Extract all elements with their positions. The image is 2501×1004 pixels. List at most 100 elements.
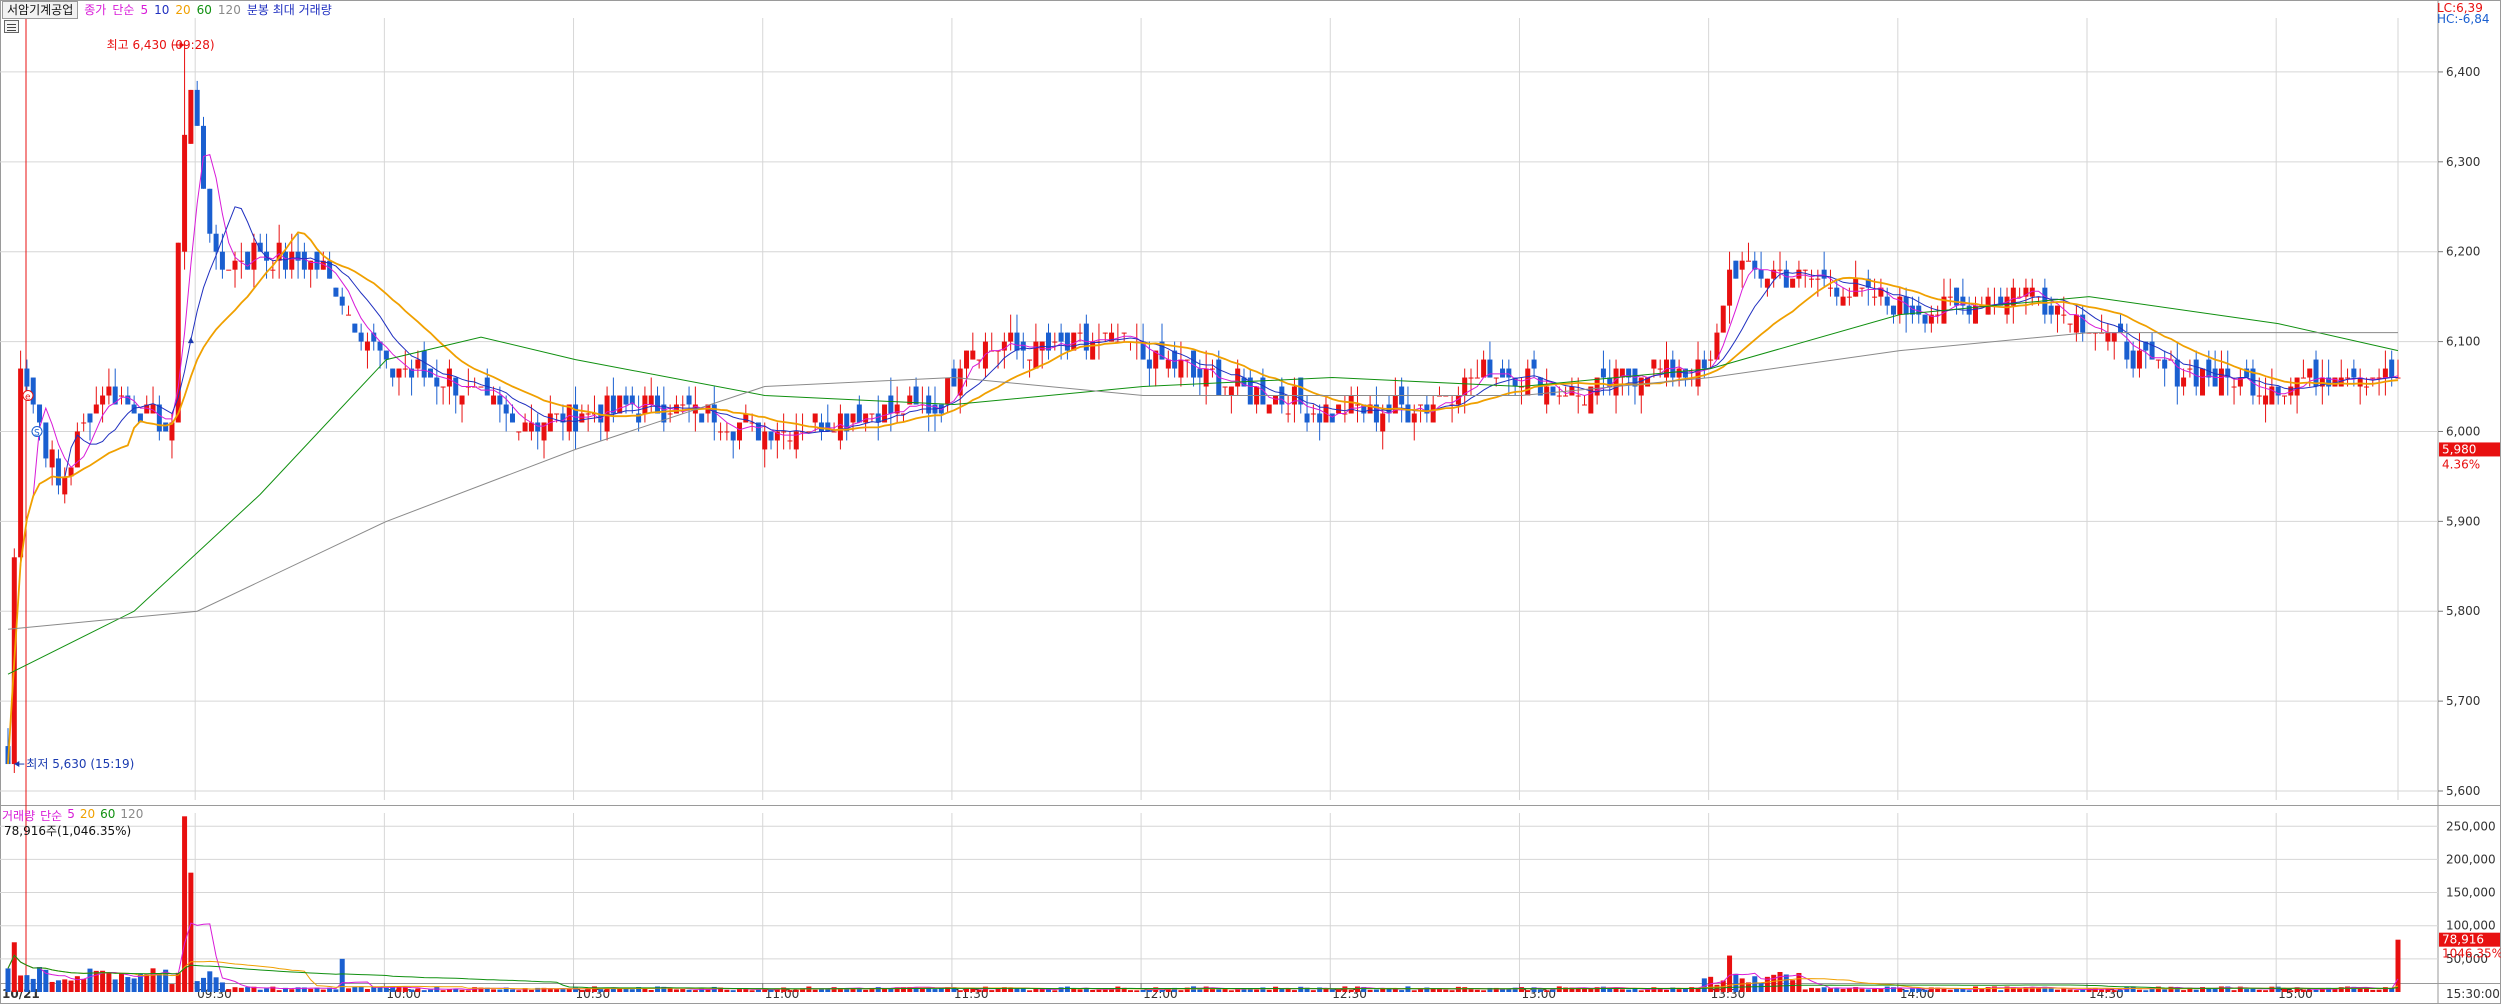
candle-body — [2111, 332, 2117, 342]
candle-body — [856, 404, 862, 423]
candle-body — [81, 422, 87, 424]
volume-bar — [1790, 980, 1796, 992]
volume-bar — [1802, 989, 1808, 992]
candle-body — [2231, 386, 2237, 388]
volume-bar — [1209, 989, 1215, 992]
candle-body — [301, 251, 307, 270]
candle-body — [282, 251, 288, 270]
candle-body — [762, 431, 768, 450]
volume-bar — [1525, 990, 1531, 992]
volume-bar — [1367, 989, 1373, 992]
volume-bar — [1228, 990, 1234, 992]
candle-body — [1178, 359, 1184, 378]
ma-20-label: 20 — [175, 3, 191, 17]
candle-body — [459, 395, 465, 405]
volume-bar — [1348, 989, 1354, 992]
volume-bar — [1411, 990, 1417, 992]
candle-body — [1802, 269, 1808, 271]
candle-body — [434, 377, 440, 387]
volume-bar — [825, 989, 831, 992]
volume-bar — [11, 942, 17, 992]
candle-body — [2389, 359, 2395, 378]
candle-body — [1872, 296, 1878, 298]
candle-body — [1827, 287, 1833, 289]
candle-body — [2307, 368, 2313, 378]
price-tick-label: 5,800 — [2446, 604, 2480, 618]
candle-body — [1405, 404, 1411, 423]
candle-body — [1884, 296, 1890, 306]
candle-body — [1651, 359, 1657, 369]
candle-body — [1052, 341, 1058, 343]
ma-120-label: 120 — [217, 3, 241, 17]
volume-bar — [68, 980, 74, 992]
candle-body — [390, 368, 396, 378]
volume-bar — [1474, 989, 1480, 992]
volume-bar — [74, 976, 80, 992]
candle-body — [421, 350, 427, 378]
candle-body — [93, 404, 99, 414]
volume-bar — [2080, 989, 2086, 992]
candle-body — [2155, 359, 2161, 361]
volume-bar — [680, 989, 686, 992]
volume-bar — [491, 989, 497, 992]
candle-body — [617, 395, 623, 414]
stock-name-tab[interactable]: 서암기계공업 — [2, 1, 79, 19]
candle-body — [207, 188, 213, 234]
candle-body — [1556, 395, 1562, 397]
candle-body — [2281, 395, 2287, 397]
candle-body — [1474, 377, 1480, 379]
volume-bar — [2212, 988, 2218, 992]
candle-body — [1708, 359, 1714, 361]
volume-bar — [1399, 990, 1405, 992]
volume-bar — [2218, 986, 2224, 992]
volume-bar — [1027, 990, 1033, 992]
candle-body — [1027, 359, 1033, 361]
signal-star-icon — [187, 337, 194, 344]
volume-bar — [1178, 990, 1184, 992]
volume-bar — [1159, 989, 1165, 992]
volume-bar — [24, 975, 30, 992]
menu-icon[interactable] — [4, 20, 19, 33]
volume-bar — [982, 986, 988, 992]
volume-bar — [37, 966, 43, 992]
volume-bar — [352, 986, 358, 992]
ma20-line — [7, 231, 2399, 765]
candle-body — [2054, 305, 2060, 315]
candle-body — [1348, 395, 1354, 414]
volume-bar — [428, 989, 434, 992]
price-tick-label: 6,400 — [2446, 65, 2480, 79]
volume-bar — [440, 990, 446, 992]
candle-body — [2193, 359, 2199, 387]
volume-bar — [1449, 990, 1455, 992]
volume-bar — [673, 989, 679, 992]
candle-body — [1197, 368, 1203, 378]
candle-body — [1701, 359, 1707, 369]
ma-kind-label: 단순 — [112, 3, 135, 17]
candle-body — [2300, 377, 2306, 379]
price-tick-label: 5,900 — [2446, 514, 2480, 528]
candle-body — [1525, 368, 1531, 396]
volume-bar — [81, 979, 87, 992]
volume-bar — [2370, 989, 2376, 992]
volume-bar — [705, 989, 711, 992]
volume-bar — [863, 989, 869, 992]
volume-bar — [882, 988, 888, 992]
candle-body — [1575, 395, 1581, 397]
volume-bar — [1827, 988, 1833, 992]
candle-body — [1727, 269, 1733, 306]
candle-body — [1582, 404, 1588, 406]
volume-bar — [1254, 989, 1260, 992]
ma-5-label: 5 — [140, 3, 149, 17]
candle-body — [226, 269, 232, 271]
candle-body — [699, 413, 705, 423]
volume-bar — [1941, 988, 1947, 992]
candle-body — [2187, 368, 2193, 370]
candle-body — [402, 368, 408, 370]
volume-bar — [579, 990, 585, 992]
candle-body — [1739, 260, 1745, 270]
volume-bar — [1947, 989, 1953, 992]
volume-bar — [169, 984, 175, 992]
candle-body — [970, 350, 976, 360]
candle-body — [194, 89, 200, 126]
candle-body — [163, 422, 169, 432]
